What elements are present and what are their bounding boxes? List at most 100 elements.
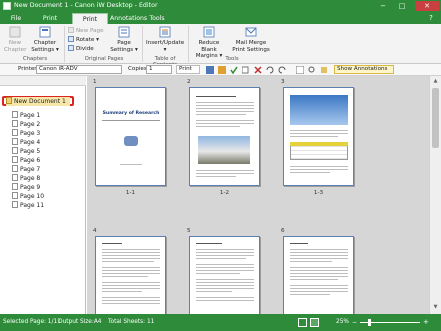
page-icon <box>12 120 18 127</box>
mail-merge-button[interactable]: Mail Merge Print Settings <box>230 26 272 53</box>
edit-icon[interactable] <box>218 66 226 74</box>
table-of-contents-icon <box>159 26 171 38</box>
page-thumbnail[interactable] <box>283 87 354 186</box>
tree-page-item[interactable]: Page 5 <box>12 147 40 156</box>
reduce-blank-margins-button[interactable]: Reduce Blank Margins ▾ <box>192 26 226 60</box>
bell-icon[interactable] <box>320 66 328 74</box>
chapter-settings-icon <box>39 26 51 38</box>
ribbon-tabs: File Print Settings Print Option Annotat… <box>0 12 441 34</box>
tree-page-item[interactable]: Page 7 <box>12 165 40 174</box>
tree-page-item[interactable]: Page 1 <box>12 111 40 120</box>
cover-logo <box>124 136 138 146</box>
page-caption: 1-1 <box>125 190 136 196</box>
page-icon <box>12 201 18 208</box>
page-thumbnail[interactable] <box>189 87 260 186</box>
printer-select[interactable]: Canon iR-ADV <box>36 65 122 74</box>
redo-icon[interactable] <box>278 66 286 74</box>
tab-file[interactable]: File <box>6 13 26 24</box>
page-icon <box>12 174 18 181</box>
tree-page-item[interactable]: Page 8 <box>12 174 40 183</box>
print-button[interactable]: Print <box>176 65 200 74</box>
document-tree-pane: New Document 1 Page 1 Page 2 Page 3 Page… <box>0 76 86 314</box>
group-original-pages: Original Pages <box>84 56 124 62</box>
undo-icon[interactable] <box>266 66 274 74</box>
chapter-settings-button[interactable]: Chapter Settings ▾ <box>28 26 62 53</box>
tree-page-item[interactable]: Page 3 <box>12 129 40 138</box>
page-thumbnail[interactable] <box>95 236 166 326</box>
page-number: 4 <box>93 228 97 234</box>
grid-icon[interactable] <box>296 66 304 74</box>
tree-page-item[interactable]: Page 2 <box>12 120 40 129</box>
page-icon <box>12 111 18 118</box>
tab-print-option[interactable]: Print Option <box>72 13 108 34</box>
page-thumbnail[interactable] <box>189 236 260 326</box>
page-number: 3 <box>281 79 285 85</box>
view-mode-icon[interactable] <box>298 318 307 327</box>
page-number: 2 <box>187 79 191 85</box>
scroll-up-icon[interactable]: ▲ <box>432 78 439 85</box>
new-chapter-button[interactable]: New Chapter <box>4 26 26 53</box>
new-chapter-icon <box>9 26 21 38</box>
divide-icon <box>68 45 74 51</box>
copies-label: Copies <box>128 66 147 72</box>
show-annotations-button[interactable]: Show Annotations <box>334 65 394 74</box>
page-number: 1 <box>93 79 97 85</box>
thumbnail-view-icon[interactable] <box>310 318 319 327</box>
zoom-level: 25% <box>336 319 349 325</box>
page-icon <box>12 156 18 163</box>
tree-page-item[interactable]: Page 10 <box>12 192 44 201</box>
tab-tools[interactable]: Tools <box>146 13 168 24</box>
app-icon <box>3 2 11 10</box>
divide-button[interactable]: Divide <box>68 45 94 53</box>
new-page-button[interactable]: New Page <box>68 27 104 35</box>
rotate-button[interactable]: Rotate ▾ <box>68 36 99 44</box>
copies-input[interactable]: 1 <box>146 65 172 74</box>
vertical-scrollbar[interactable]: ▲ ▼ <box>429 76 441 314</box>
page-thumbnail[interactable]: Summary of Research <box>95 87 166 186</box>
printer-label: Printer <box>18 66 37 72</box>
save-icon[interactable] <box>206 66 214 74</box>
ribbon-separator <box>64 26 65 62</box>
maximize-button[interactable]: □ <box>394 1 410 11</box>
insert-update-button[interactable]: Insert/Update ▾ <box>146 26 184 53</box>
window-title: New Document 1 - Canon iW Desktop - Edit… <box>14 2 158 9</box>
minimize-button[interactable]: − <box>375 1 391 11</box>
ribbon-separator <box>188 26 189 62</box>
check-icon[interactable] <box>230 66 238 74</box>
page-icon <box>12 129 18 136</box>
help-icon[interactable]: ? <box>425 13 437 24</box>
tree-page-item[interactable]: Page 4 <box>12 138 40 147</box>
page-thumbnail[interactable] <box>283 236 354 326</box>
copy-icon[interactable] <box>242 66 250 74</box>
page-thumbnail-area: 1 Summary of Research 1-1 2 1-2 3 1-3 4 … <box>87 76 429 326</box>
status-output-size: Output Size:A4 <box>58 319 102 325</box>
page-icon <box>12 183 18 190</box>
ribbon: New Chapter Chapter Settings ▾ New Page … <box>0 24 441 68</box>
zoom-icon[interactable] <box>308 66 316 74</box>
zoom-slider-thumb[interactable] <box>368 319 371 326</box>
page-icon <box>12 165 18 172</box>
zoom-in-icon[interactable]: + <box>423 318 429 326</box>
reduce-margins-icon <box>203 26 215 38</box>
group-chapters: Chapters <box>22 56 48 62</box>
cover-heading: Summary of Research <box>102 111 160 116</box>
tab-annotations[interactable]: Annotations <box>110 13 147 24</box>
close-button[interactable]: ✕ <box>415 1 439 11</box>
new-page-icon <box>68 27 74 33</box>
page-number: 5 <box>187 228 191 234</box>
tree-page-item[interactable]: Page 6 <box>12 156 40 165</box>
page-number: 6 <box>281 228 285 234</box>
scroll-thumb[interactable] <box>432 88 439 148</box>
page-settings-button[interactable]: Page Settings ▾ <box>108 26 140 53</box>
rotate-icon <box>68 36 74 42</box>
tree-root-document[interactable]: New Document 1 <box>6 97 70 106</box>
page-icon <box>12 147 18 154</box>
toolbar: Printer Canon iR-ADV Copies 1 Print Show… <box>0 64 441 76</box>
delete-icon[interactable] <box>254 66 262 74</box>
tree-page-item[interactable]: Page 9 <box>12 183 40 192</box>
page-icon <box>12 138 18 145</box>
zoom-out-icon[interactable]: − <box>352 319 357 326</box>
tree-page-item[interactable]: Page 11 <box>12 201 44 210</box>
tab-print-settings[interactable]: Print Settings <box>30 13 70 33</box>
scroll-down-icon[interactable]: ▼ <box>432 304 439 311</box>
